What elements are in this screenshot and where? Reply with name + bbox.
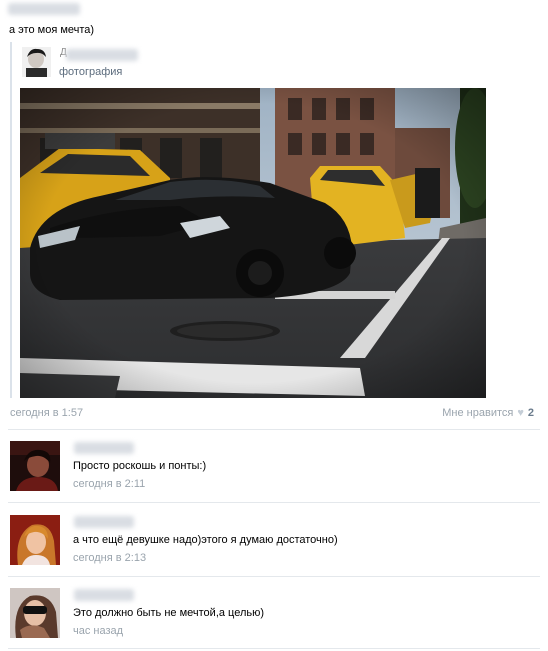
divider — [8, 648, 540, 649]
comment-timestamp[interactable]: сегодня в 2:11 — [73, 478, 145, 490]
post-author-name-blurred[interactable] — [8, 3, 80, 15]
comment-avatar[interactable] — [10, 441, 60, 491]
comment-item: Просто роскошь и понты:) сегодня в 2:11 — [10, 441, 538, 501]
commenter-name-blurred[interactable] — [74, 442, 134, 454]
repost-avatar[interactable] — [22, 47, 51, 77]
comment-text: а что ещё девушке надо)этого я думаю дос… — [73, 534, 338, 546]
comment-text: Это должно быть не мечтой,а целью) — [73, 607, 265, 619]
comment-item: а что ещё девушке надо)этого я думаю дос… — [10, 515, 538, 575]
divider — [8, 502, 540, 503]
repost-author-name-blurred — [66, 49, 138, 61]
comment-item: Это должно быть не мечтой,а целью) час н… — [10, 588, 538, 648]
divider — [8, 429, 540, 430]
comment-avatar[interactable] — [10, 588, 60, 638]
commenter-name-blurred[interactable] — [74, 589, 134, 601]
commenter-name-blurred[interactable] — [74, 516, 134, 528]
post-timestamp[interactable]: сегодня в 1:57 — [10, 407, 83, 419]
comment-text: Просто роскошь и понты:) — [73, 460, 207, 472]
heart-icon: ♥ — [517, 407, 524, 419]
repost-subtitle[interactable]: фотография — [59, 66, 122, 78]
like-count: 2 — [527, 407, 534, 419]
comment-timestamp[interactable]: сегодня в 2:13 — [73, 552, 146, 564]
divider — [8, 576, 540, 577]
post-photo[interactable] — [20, 88, 486, 398]
like-button[interactable]: Мне нравится ♥ 2 — [442, 407, 534, 419]
like-label: Мне нравится — [442, 407, 514, 419]
post-text: а это моя мечта) — [9, 24, 95, 36]
comment-avatar[interactable] — [10, 515, 60, 565]
comment-timestamp[interactable]: час назад — [73, 625, 123, 637]
repost-block: Д фотография — [10, 42, 492, 398]
